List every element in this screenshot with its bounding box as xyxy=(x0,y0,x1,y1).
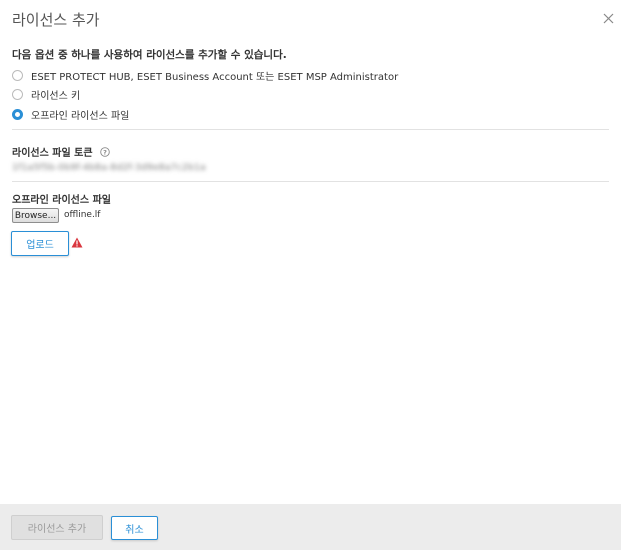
option-label: ESET PROTECT HUB, ESET Business Account … xyxy=(31,71,399,83)
warning-triangle-icon xyxy=(71,237,83,248)
divider xyxy=(12,129,609,130)
option-label: 오프라인 라이선스 파일 xyxy=(31,110,130,122)
file-label: 오프라인 라이선스 파일 xyxy=(12,195,111,206)
cancel-button[interactable]: 취소 xyxy=(111,516,158,540)
svg-text:?: ? xyxy=(103,149,107,157)
dialog-title: 라이선스 추가 xyxy=(12,11,100,29)
close-icon[interactable] xyxy=(602,12,615,25)
token-section: 라이선스 파일 토큰 ? xyxy=(12,144,110,159)
token-value: 1f1a5f5b-0b9f-4b8a-8d2f-3d9e8a7c2b1a xyxy=(12,163,206,173)
option-license-key[interactable]: 라이선스 키 xyxy=(12,87,81,102)
help-circle-icon[interactable]: ? xyxy=(100,147,110,157)
token-label: 라이선스 파일 토큰 xyxy=(12,148,93,159)
divider xyxy=(12,181,609,182)
browse-button[interactable]: Browse... xyxy=(12,208,59,223)
option-label: 라이선스 키 xyxy=(31,90,81,102)
selected-filename: offline.lf xyxy=(64,210,101,220)
options-intro: 다음 옵션 중 하나를 사용하여 라이선스를 추가할 수 있습니다. xyxy=(12,49,287,61)
add-license-button[interactable]: 라이선스 추가 xyxy=(11,515,103,540)
radio-button[interactable] xyxy=(12,69,23,81)
upload-button[interactable]: 업로드 xyxy=(11,231,69,256)
radio-button[interactable] xyxy=(12,88,23,100)
option-eset-protect-hub[interactable]: ESET PROTECT HUB, ESET Business Account … xyxy=(12,68,399,83)
option-offline-license-file[interactable]: 오프라인 라이선스 파일 xyxy=(12,107,130,122)
dialog-footer: 라이선스 추가 취소 xyxy=(0,504,621,550)
radio-button-selected[interactable] xyxy=(12,108,23,120)
